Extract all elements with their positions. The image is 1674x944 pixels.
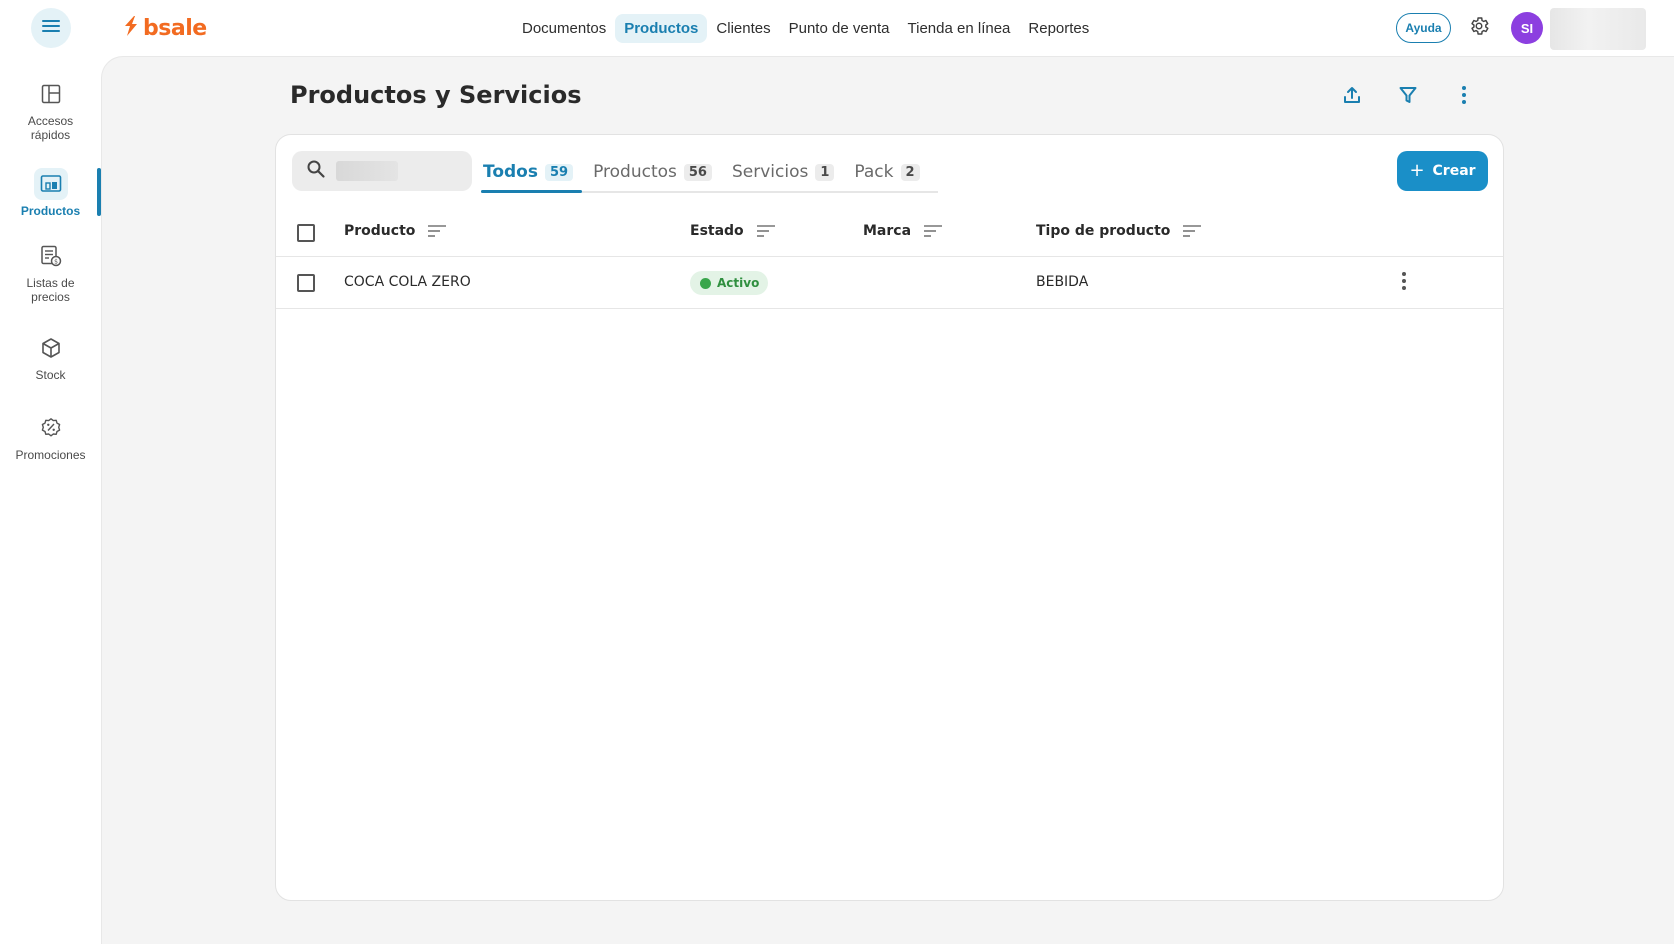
promotion-icon	[34, 412, 68, 444]
sidebar-item-label: Productos	[20, 204, 81, 218]
sidebar-item-label: Stock	[35, 368, 66, 382]
status-label: Activo	[717, 276, 760, 290]
bsale-logo[interactable]: bsale	[122, 14, 207, 42]
page-title: Productos y Servicios	[290, 81, 582, 109]
hamburger-icon	[41, 18, 61, 39]
more-options-button[interactable]	[1448, 81, 1480, 113]
column-header-marca: Marca	[863, 223, 943, 239]
sort-icon[interactable]	[427, 223, 447, 239]
sidebar-item-label: Accesos rápidos	[27, 114, 74, 142]
box-icon	[34, 332, 68, 364]
logo-text: bsale	[143, 15, 207, 41]
cell-producto: COCA COLA ZERO	[344, 274, 471, 290]
nav-reportes[interactable]: Reportes	[1019, 14, 1098, 43]
filter-button[interactable]	[1392, 81, 1424, 113]
nav-tienda-en-linea[interactable]: Tienda en línea	[899, 14, 1020, 43]
products-icon	[33, 168, 68, 200]
export-button[interactable]	[1336, 81, 1368, 113]
select-all-checkbox[interactable]	[297, 224, 315, 242]
settings-button[interactable]	[1464, 13, 1494, 43]
filter-icon	[1398, 85, 1418, 110]
product-type-tabs: Todos 59 Productos 56 Servicios 1 Pack 2	[481, 153, 938, 193]
sidebar-item-stock[interactable]: Stock	[0, 332, 101, 382]
nav-punto-de-venta[interactable]: Punto de venta	[780, 14, 899, 43]
plus-icon: +	[1409, 160, 1425, 181]
tab-servicios[interactable]: Servicios 1	[730, 153, 843, 191]
page-actions	[1336, 81, 1480, 113]
sidebar-item-label: Promociones	[15, 448, 86, 462]
products-card: Todos 59 Productos 56 Servicios 1 Pack 2…	[275, 134, 1504, 901]
column-label: Tipo de producto	[1036, 223, 1171, 239]
bsale-logo-mark-icon	[122, 15, 140, 42]
main-content: Productos y Servicios Todos 59 Productos…	[101, 56, 1674, 944]
column-label: Marca	[863, 223, 912, 239]
table-row[interactable]: COCA COLA ZERO Activo BEBIDA	[276, 257, 1503, 309]
sort-icon[interactable]	[1182, 223, 1202, 239]
create-button-label: Crear	[1432, 163, 1476, 179]
more-vertical-icon	[1461, 85, 1467, 110]
account-name-redacted[interactable]	[1550, 8, 1646, 50]
more-vertical-icon	[1401, 271, 1407, 296]
tab-count-badge: 59	[544, 163, 574, 181]
sidebar-item-listas-de-precios[interactable]: $ Listas de precios	[0, 240, 101, 304]
svg-text:$: $	[54, 259, 58, 266]
user-avatar[interactable]: SI	[1511, 12, 1543, 44]
sidebar-item-label: Listas de precios	[26, 276, 75, 304]
tab-label: Servicios	[731, 162, 809, 182]
help-button[interactable]: Ayuda	[1396, 13, 1451, 43]
sidebar-item-productos[interactable]: Productos	[0, 168, 101, 218]
sort-icon[interactable]	[756, 223, 776, 239]
nav-documentos[interactable]: Documentos	[513, 14, 615, 43]
sidebar-item-promociones[interactable]: Promociones	[0, 412, 101, 462]
column-header-tipo-de-producto: Tipo de producto	[1036, 223, 1202, 239]
search-icon	[306, 159, 326, 184]
column-label: Estado	[690, 223, 744, 239]
tab-count-badge: 56	[683, 163, 712, 181]
menu-toggle-button[interactable]	[31, 8, 71, 48]
cell-tipo-de-producto: BEBIDA	[1036, 274, 1089, 290]
layout-icon	[34, 78, 68, 110]
column-header-producto: Producto	[344, 223, 447, 239]
status-dot	[700, 277, 711, 289]
price-list-icon: $	[34, 240, 68, 272]
status-badge: Activo	[690, 271, 769, 295]
column-label: Producto	[344, 223, 416, 239]
top-bar: bsale Documentos Productos Clientes Punt…	[0, 0, 1674, 56]
nav-clientes[interactable]: Clientes	[707, 14, 779, 43]
row-checkbox[interactable]	[297, 274, 315, 292]
nav-productos[interactable]: Productos	[615, 13, 708, 43]
tab-count-badge: 2	[900, 163, 920, 181]
tab-pack[interactable]: Pack 2	[852, 153, 928, 191]
tab-count-badge: 1	[815, 163, 835, 181]
create-button[interactable]: + Crear	[1397, 151, 1488, 191]
tab-label: Productos	[593, 162, 677, 182]
main-navigation: Documentos Productos Clientes Punto de v…	[513, 12, 1098, 44]
row-actions-button[interactable]	[1392, 269, 1416, 297]
upload-icon	[1342, 85, 1362, 110]
tab-label: Pack	[854, 162, 894, 182]
gear-icon	[1468, 15, 1490, 42]
table-header: Producto Estado Marca Tipo de producto	[276, 209, 1503, 257]
sidebar: Accesos rápidos Productos $ Listas de pr…	[0, 56, 101, 944]
tab-todos[interactable]: Todos 59	[481, 153, 583, 193]
column-header-estado: Estado	[690, 223, 776, 239]
search-box[interactable]	[292, 151, 472, 191]
tab-label: Todos	[483, 162, 538, 182]
sidebar-item-accesos-rapidos[interactable]: Accesos rápidos	[0, 78, 101, 142]
tab-productos[interactable]: Productos 56	[591, 153, 721, 191]
sort-icon[interactable]	[923, 223, 943, 239]
